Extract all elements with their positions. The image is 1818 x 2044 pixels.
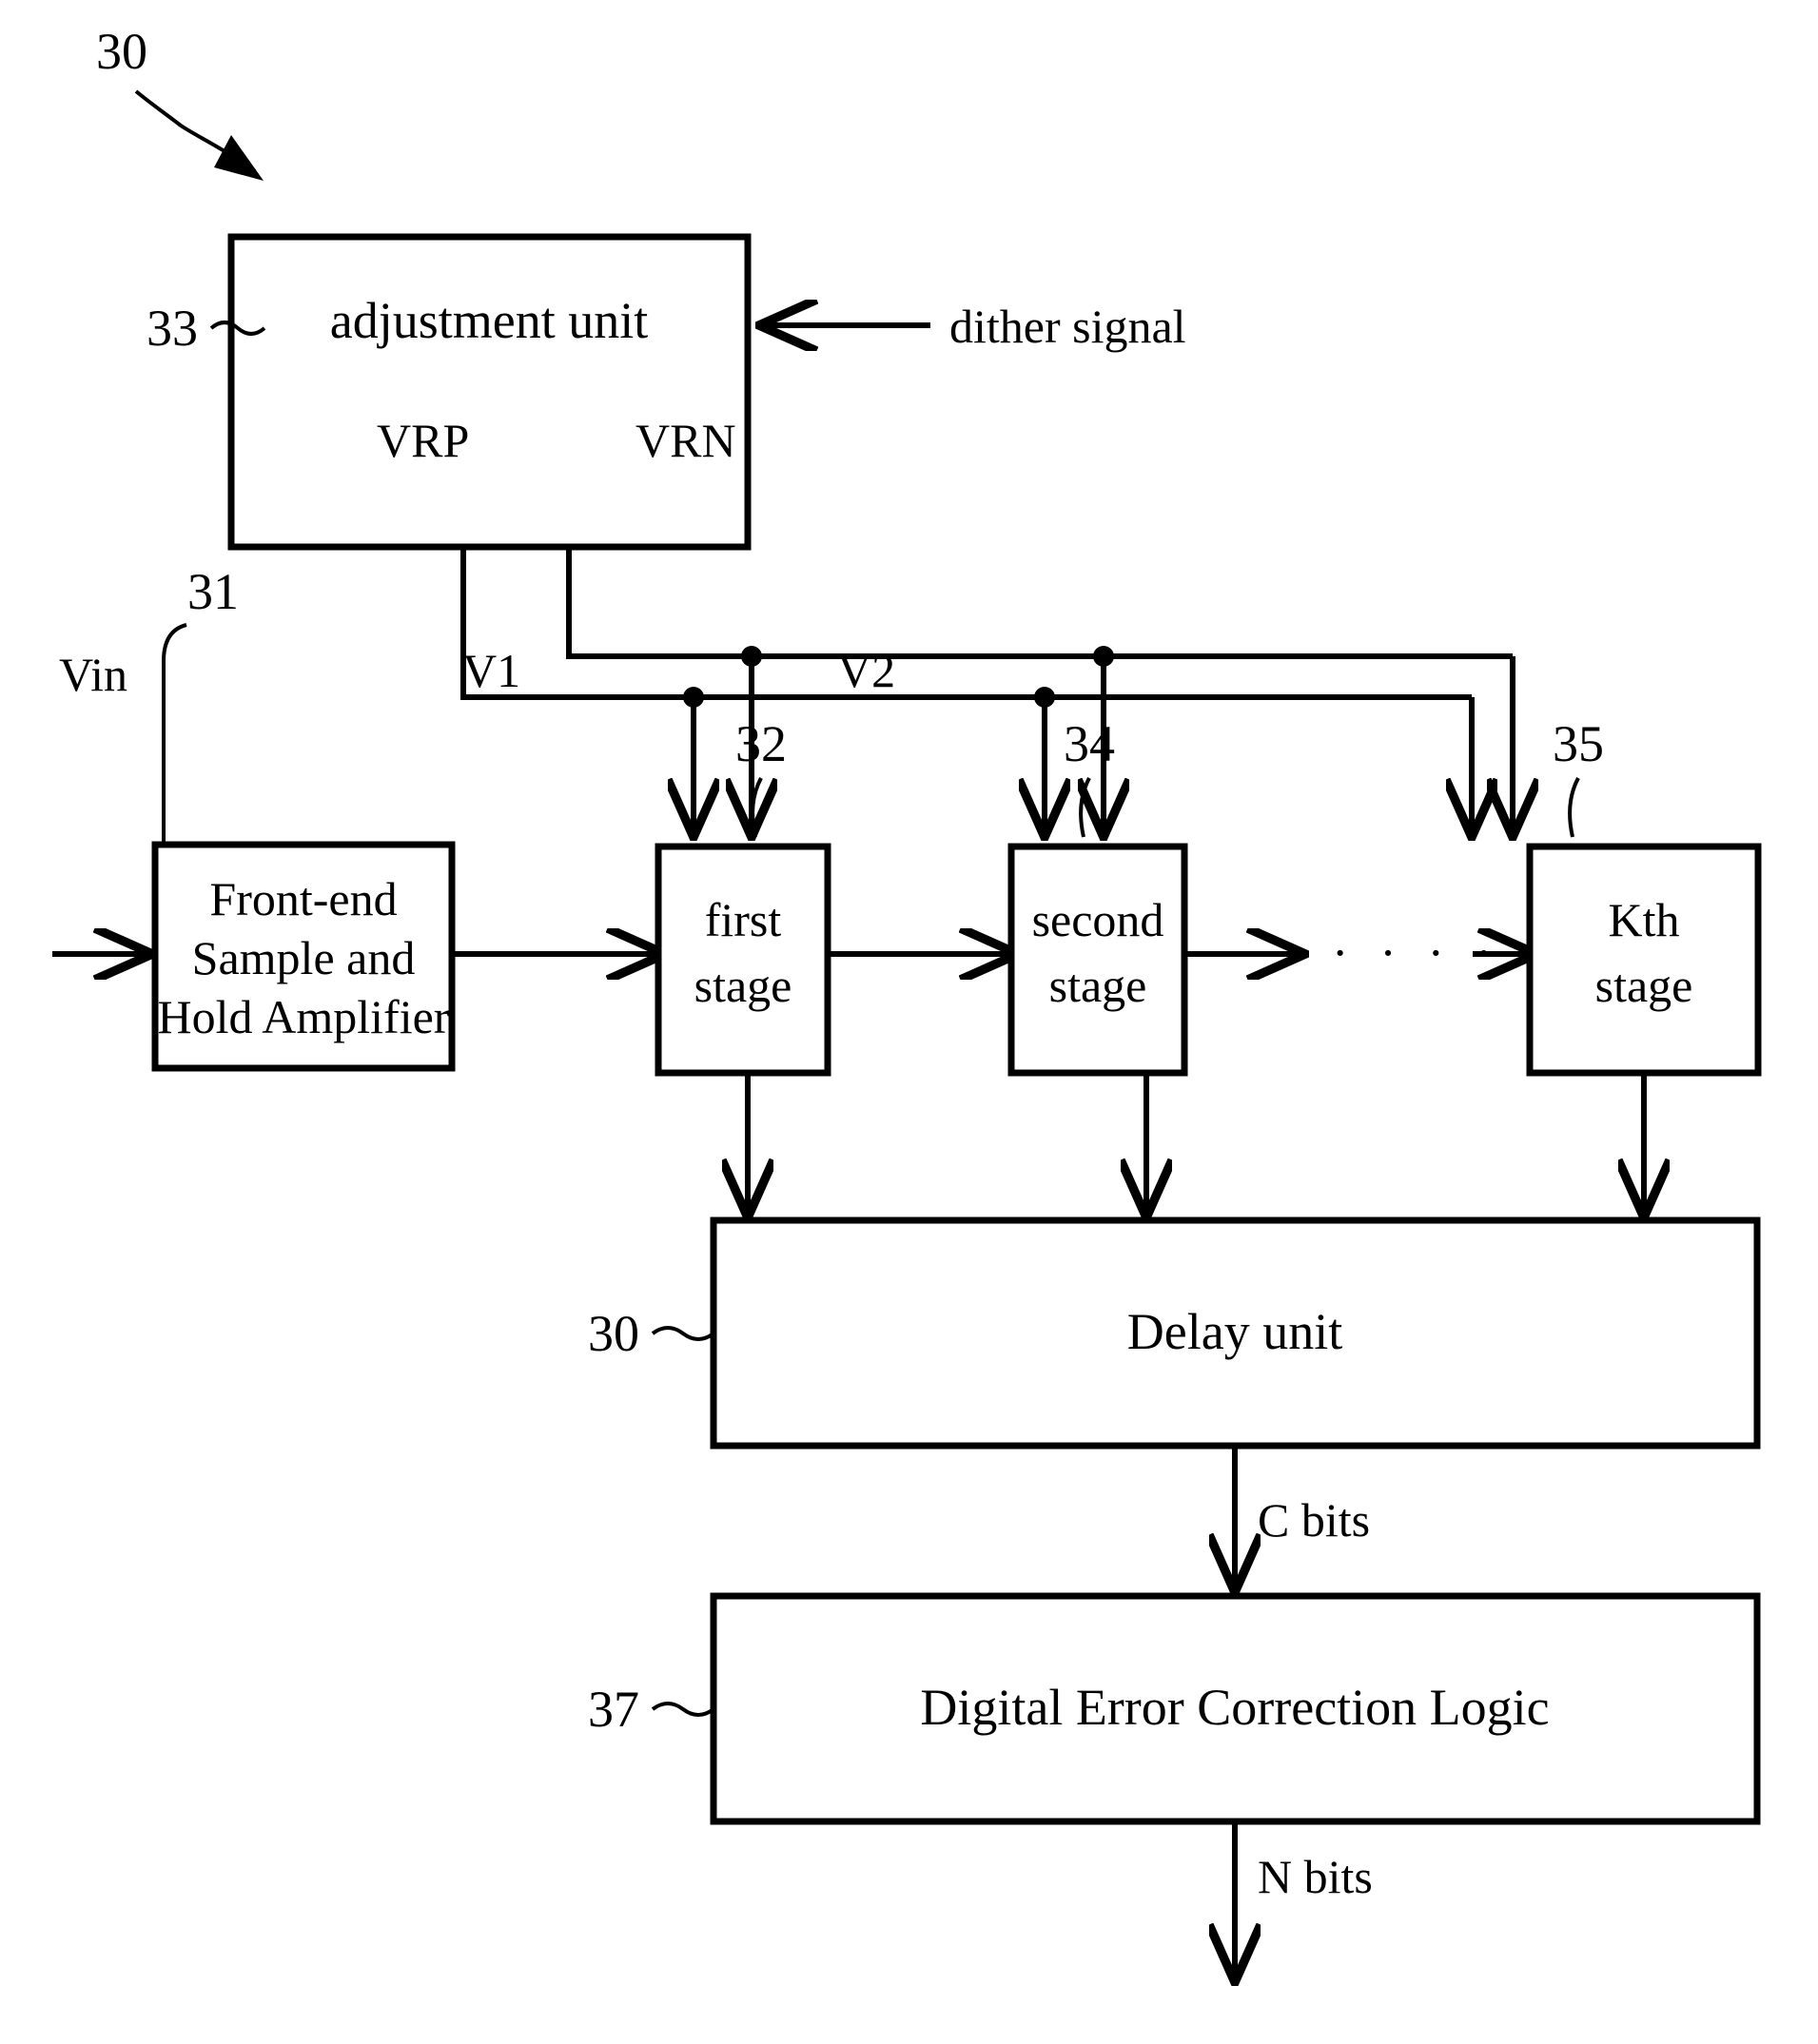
c-bits-label: C bits xyxy=(1258,1493,1370,1547)
error-correction-ref: 37 xyxy=(588,1681,639,1738)
v2-label: V2 xyxy=(837,644,895,697)
dither-signal-label: dither signal xyxy=(949,300,1186,353)
front-end-group: Front-end Sample and Hold Amplifier 31 xyxy=(151,563,456,1072)
vrp-label: VRP xyxy=(377,414,469,467)
dither-signal-group: dither signal xyxy=(761,300,1186,353)
kth-stage-ref: 35 xyxy=(1553,715,1604,772)
figure-canvas: 30 adjustment unit 33 dither signal VRP … xyxy=(0,0,1818,2044)
vrp-junction-dot-first xyxy=(683,687,704,708)
second-stage-ref-leader xyxy=(1079,777,1091,838)
error-correction-ref-leader xyxy=(651,1702,715,1717)
front-end-label-line1: Front-end xyxy=(209,872,397,925)
v1-connection-group: V1 xyxy=(452,644,663,954)
second-stage-label-line1: second xyxy=(1032,893,1164,946)
n-bits-label: N bits xyxy=(1258,1850,1373,1903)
first-stage-label-line1: first xyxy=(705,893,782,946)
vin-label: Vin xyxy=(59,648,127,701)
n-bits-group: N bits xyxy=(1235,1821,1373,1980)
vrp-bus-path xyxy=(460,547,1472,700)
front-end-label-line3: Hold Amplifier xyxy=(158,990,450,1043)
first-stage-ref: 32 xyxy=(735,715,787,772)
vin-input-group: Vin xyxy=(52,648,150,954)
second-stage-ref: 34 xyxy=(1064,715,1115,772)
v1-label: V1 xyxy=(462,644,520,697)
first-stage-label-line2: stage xyxy=(694,959,792,1012)
adjustment-unit-box[interactable] xyxy=(227,233,752,551)
stage-to-delay-wires xyxy=(748,1073,1644,1216)
error-correction-label: Digital Error Correction Logic xyxy=(920,1679,1549,1736)
block-diagram: 30 adjustment unit 33 dither signal VRP … xyxy=(52,23,1762,2044)
delay-unit-group: Delay unit 30 xyxy=(588,1217,1761,1450)
delay-unit-label: Delay unit xyxy=(1127,1303,1342,1360)
error-correction-group: Digital Error Correction Logic 37 xyxy=(588,1592,1761,1825)
v2-connection-group: V2 xyxy=(828,644,1016,954)
second-stage-label-line2: stage xyxy=(1049,959,1147,1012)
vrn-junction-dot-second xyxy=(1093,646,1114,667)
second-stage-group: second stage xyxy=(1007,843,1188,1077)
front-end-ref-leader xyxy=(162,623,187,842)
delay-unit-ref-leader xyxy=(651,1326,715,1341)
delay-unit-ref: 30 xyxy=(588,1305,639,1362)
first-stage-group: first stage xyxy=(655,843,831,1077)
front-end-label-line2: Sample and xyxy=(192,931,416,984)
kth-stage-label-line1: Kth xyxy=(1609,893,1680,946)
vrn-label: VRN xyxy=(635,414,736,467)
top-reference-leader-1 xyxy=(134,89,183,127)
adjustment-unit-group: adjustment unit 33 xyxy=(147,233,752,551)
top-reference-group: 30 xyxy=(96,23,264,181)
vrp-bus-group xyxy=(460,547,1472,835)
front-end-ref: 31 xyxy=(187,563,239,620)
vrp-junction-dot-second xyxy=(1034,687,1055,708)
c-bits-group: C bits xyxy=(1235,1446,1370,1590)
adjustment-unit-ref: 33 xyxy=(147,300,198,357)
top-reference-label: 30 xyxy=(96,23,147,80)
vrn-junction-dot-first xyxy=(741,646,762,667)
vrn-bus-path xyxy=(566,547,1513,659)
top-reference-arrowhead xyxy=(214,135,264,181)
adjustment-unit-label: adjustment unit xyxy=(330,292,648,349)
kth-stage-ref-leader xyxy=(1568,777,1580,838)
kth-stage-group: Kth stage xyxy=(1526,843,1762,1077)
stage-ellipsis-group: · · · · xyxy=(1184,926,1535,981)
kth-stage-label-line2: stage xyxy=(1595,959,1693,1012)
